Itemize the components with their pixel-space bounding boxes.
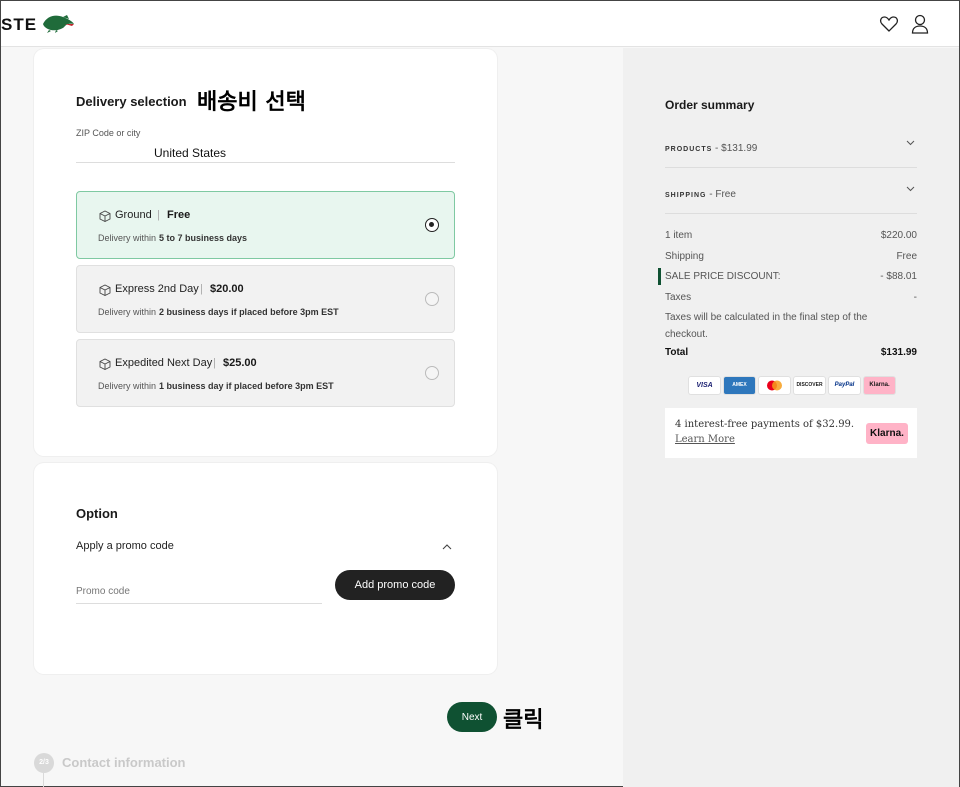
- delivery-card: Delivery selection 배송비 선택 ZIP Code or ci…: [34, 49, 497, 456]
- order-summary-title: Order summary: [665, 98, 755, 112]
- discount-marker: [658, 268, 661, 285]
- crocodile-logo-icon[interactable]: [41, 12, 75, 34]
- option-separator: |: [200, 283, 203, 295]
- zip-label: ZIP Code or city: [76, 128, 141, 138]
- taxes-row: Taxes -: [665, 292, 917, 303]
- mastercard-icon: [759, 377, 790, 394]
- order-summary-panel: Order summary PRODUCTS - $131.99 SHIPPIN…: [623, 48, 959, 787]
- visa-icon: VISA: [689, 377, 720, 394]
- shipping-label: SHIPPING: [665, 192, 707, 199]
- option-description: Delivery within 2 business days if placed…: [98, 307, 339, 317]
- option-title: Option: [76, 506, 118, 521]
- divider: [665, 213, 917, 214]
- option-separator: |: [157, 209, 160, 221]
- next-annotation: 클릭: [503, 708, 544, 733]
- delivery-title: Delivery selection: [76, 94, 187, 109]
- next-button[interactable]: Next: [447, 702, 497, 732]
- shipping-accordion[interactable]: SHIPPING - Free: [665, 184, 917, 202]
- option-card: Option Apply a promo code Add promo code: [34, 463, 497, 674]
- discover-icon: DISCOVER: [794, 377, 825, 394]
- items-row: 1 item $220.00: [665, 230, 917, 241]
- klarna-badge: Klarna.: [866, 423, 908, 444]
- shipping-value: - Free: [706, 189, 736, 200]
- option-price: $20.00: [210, 283, 244, 295]
- shipping-row: Shipping Free: [665, 251, 917, 262]
- step-label: Contact information: [62, 755, 186, 770]
- option-separator: |: [213, 357, 216, 369]
- radio-unselected[interactable]: [425, 366, 439, 380]
- package-icon: [99, 284, 111, 296]
- option-price: $25.00: [223, 357, 257, 369]
- step-number: 2/3: [34, 753, 54, 773]
- zip-underline: [76, 162, 455, 163]
- shipping-option-ground[interactable]: Ground | Free Delivery within 5 to 7 busi…: [76, 191, 455, 259]
- tax-note: Taxes will be calculated in the final st…: [665, 312, 868, 340]
- brand-name[interactable]: STE: [1, 15, 37, 35]
- paypal-icon: PayPal: [829, 377, 860, 394]
- klarna-learn-more-link[interactable]: Learn More: [675, 434, 735, 445]
- heart-icon[interactable]: [879, 14, 899, 34]
- klarna-icon: Klarna.: [864, 377, 895, 394]
- shipping-option-express[interactable]: Express 2nd Day | $20.00 Delivery within…: [76, 265, 455, 333]
- option-price: Free: [167, 209, 191, 221]
- chevron-up-icon[interactable]: [442, 543, 452, 550]
- klarna-promo: 4 interest-free payments of $32.99. Lear…: [665, 408, 917, 458]
- option-description: Delivery within 5 to 7 business days: [98, 233, 248, 243]
- divider: [665, 167, 917, 168]
- option-name: Expedited Next Day: [115, 357, 213, 369]
- delivery-annotation: 배송비 선택: [197, 90, 306, 115]
- chevron-down-icon[interactable]: [906, 186, 915, 192]
- radio-selected[interactable]: [425, 218, 439, 232]
- option-name: Ground: [115, 209, 152, 221]
- site-header: STE: [1, 1, 959, 47]
- chevron-down-icon[interactable]: [906, 140, 915, 146]
- discount-row: SALE PRICE DISCOUNT: - $88.01: [665, 271, 917, 282]
- radio-unselected[interactable]: [425, 292, 439, 306]
- promo-toggle[interactable]: Apply a promo code: [76, 540, 174, 552]
- promo-code-input[interactable]: [76, 580, 322, 604]
- shipping-option-expedited[interactable]: Expedited Next Day | $25.00 Delivery wit…: [76, 339, 455, 407]
- option-description: Delivery within 1 business day if placed …: [98, 381, 334, 391]
- products-value: - $131.99: [712, 143, 758, 154]
- option-name: Express 2nd Day: [115, 283, 199, 295]
- products-label: PRODUCTS: [665, 146, 713, 153]
- products-accordion[interactable]: PRODUCTS - $131.99: [665, 138, 917, 156]
- klarna-text: 4 interest-free payments of $32.99.: [675, 419, 855, 430]
- zip-field[interactable]: United States: [154, 146, 226, 160]
- amex-icon: AMEX: [724, 377, 755, 394]
- package-icon: [99, 210, 111, 222]
- total-row: Total $131.99: [665, 347, 917, 358]
- add-promo-code-button[interactable]: Add promo code: [335, 570, 455, 600]
- package-icon: [99, 358, 111, 370]
- user-icon[interactable]: [911, 13, 929, 35]
- step-connector: [43, 773, 44, 787]
